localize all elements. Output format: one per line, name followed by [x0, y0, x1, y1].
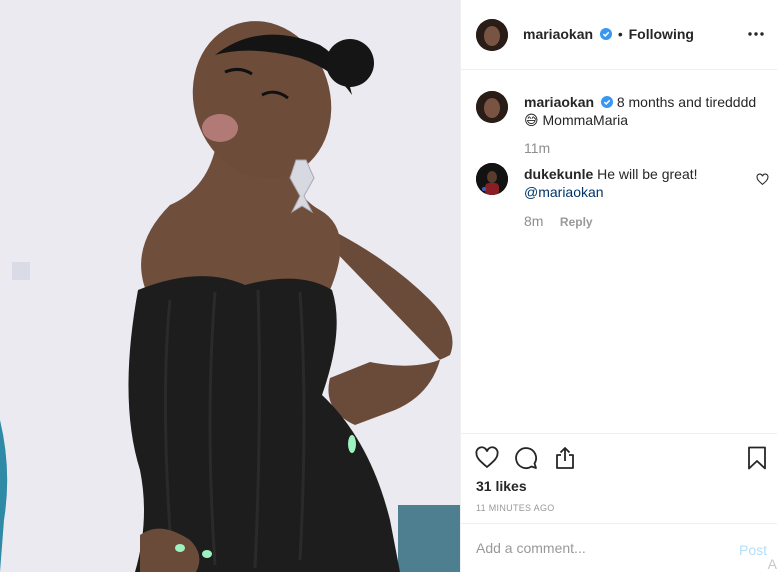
- commenter-username[interactable]: dukekunle: [524, 166, 593, 182]
- author-username[interactable]: mariaokan: [523, 26, 593, 42]
- add-comment-section: Post: [461, 523, 777, 572]
- ellipsis-icon[interactable]: [746, 22, 766, 42]
- caption-text: mariaokan 8 months and tiredddd 😅 MommaM…: [524, 93, 762, 129]
- heart-icon[interactable]: [475, 446, 499, 470]
- post-comment-button[interactable]: Post: [739, 542, 767, 558]
- verified-badge-icon: [600, 96, 613, 108]
- post-header: mariaokan • Following: [461, 0, 777, 70]
- author-avatar[interactable]: [476, 19, 508, 51]
- header-separator: •: [617, 26, 623, 42]
- caption-body: 8 months and tiredddd: [616, 94, 757, 110]
- caption-body-line2: MommaMaria: [542, 112, 629, 128]
- comment-text: dukekunle He will be great! @mariaokan: [524, 165, 724, 201]
- comment-meta: 8m Reply: [524, 213, 593, 231]
- add-comment-input[interactable]: [476, 538, 726, 558]
- comment-mention-link[interactable]: @mariaokan: [524, 184, 604, 200]
- verified-badge-icon: [599, 28, 612, 40]
- avatar-image: [476, 19, 508, 51]
- reply-button[interactable]: Reply: [560, 215, 593, 229]
- header-user-line: mariaokan • Following: [523, 26, 694, 42]
- post-side-panel: mariaokan • Following mariaokan 8 months…: [460, 0, 777, 572]
- bookmark-icon[interactable]: [745, 446, 769, 470]
- caption-timestamp[interactable]: 11m: [524, 140, 550, 156]
- following-button[interactable]: Following: [629, 26, 694, 42]
- action-bar: 31 likes 11 MINUTES AGO: [461, 433, 777, 523]
- photo-illustration: [0, 0, 460, 572]
- comment-body: He will be great!: [597, 166, 698, 182]
- comment-timestamp[interactable]: 8m: [524, 213, 543, 229]
- avatar-image: [476, 163, 508, 195]
- sweat-smile-emoji: 😅: [524, 112, 539, 128]
- clipped-text: A: [767, 556, 777, 572]
- commenter-avatar[interactable]: [476, 163, 508, 195]
- comment-bubble-icon[interactable]: [514, 446, 538, 470]
- caption-avatar[interactable]: [476, 91, 508, 123]
- comment-like-heart-icon[interactable]: [756, 173, 769, 186]
- caption-username[interactable]: mariaokan: [524, 94, 594, 110]
- likes-count[interactable]: 31 likes: [476, 478, 527, 494]
- posted-timestamp[interactable]: 11 MINUTES AGO: [476, 503, 555, 513]
- post-photo[interactable]: [0, 0, 460, 572]
- avatar-image: [476, 91, 508, 123]
- share-icon[interactable]: [553, 446, 577, 470]
